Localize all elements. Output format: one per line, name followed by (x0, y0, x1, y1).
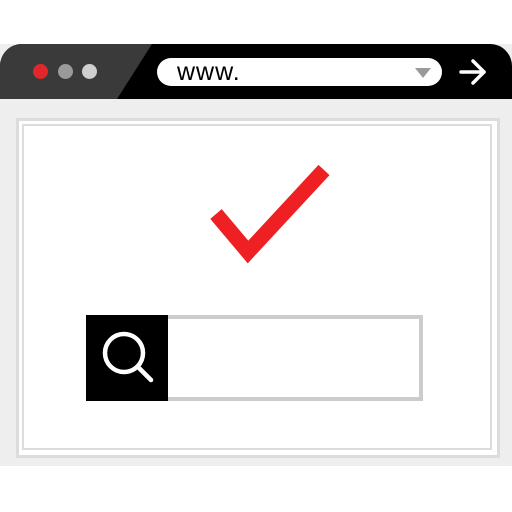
search-input[interactable] (168, 315, 423, 401)
search-icon (102, 331, 154, 383)
arrow-right-icon[interactable] (458, 59, 488, 85)
maximize-window-button[interactable] (82, 64, 97, 79)
address-bar[interactable]: www. (157, 58, 442, 86)
title-bar: www. (0, 44, 512, 99)
address-bar-url[interactable]: www. (177, 59, 241, 85)
title-bar-controls-area (0, 44, 152, 99)
checkmark-icon (210, 164, 330, 264)
close-window-button[interactable] (33, 64, 48, 79)
search-box (86, 315, 427, 401)
minimize-window-button[interactable] (58, 64, 73, 79)
search-button[interactable] (86, 315, 168, 401)
triangle-down-icon[interactable] (415, 68, 431, 78)
